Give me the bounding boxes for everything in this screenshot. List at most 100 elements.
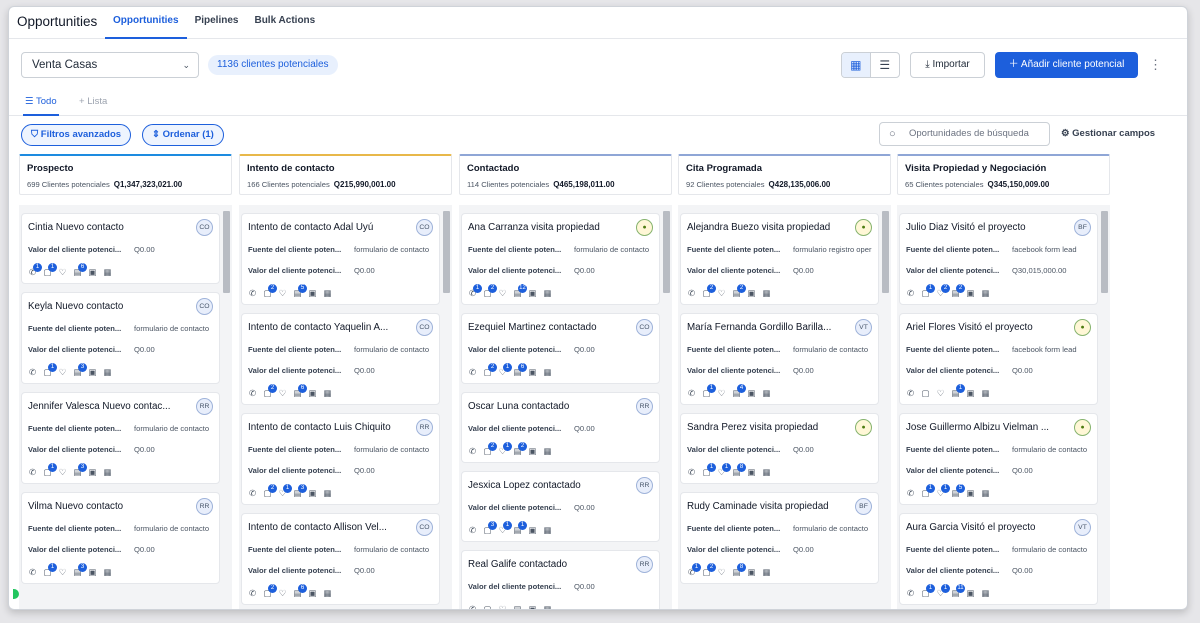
phone-icon[interactable]: ✆ [687, 468, 696, 477]
phone-icon[interactable]: ✆ [687, 389, 696, 398]
appointment-icon[interactable]: ▣ [747, 468, 756, 477]
scrollbar-thumb[interactable] [663, 211, 670, 293]
tag-icon[interactable]: ♡ [278, 389, 287, 398]
phone-icon[interactable]: ✆ 1 [687, 563, 701, 577]
tag-icon[interactable]: ♡ [278, 289, 287, 298]
column-scrollbar[interactable] [223, 207, 230, 607]
note-icon[interactable]: ▤ 1 [513, 521, 527, 535]
opportunity-card[interactable]: Intento de contacto Luis Chiquito RR Fuent… [241, 413, 440, 505]
opportunity-card[interactable]: Jose Guillermo Albizu Vielman ... ● Fuente… [899, 413, 1098, 505]
calendar-icon[interactable]: ▦ [103, 368, 112, 377]
opportunity-card[interactable]: Jennifer Valesca Nuevo contac... RR Fuente… [21, 392, 220, 484]
note-icon[interactable]: ▤ 8 [732, 563, 746, 577]
phone-icon[interactable]: ✆ [906, 589, 915, 598]
appointment-icon[interactable]: ▣ [308, 589, 317, 598]
calendar-icon[interactable]: ▦ [323, 289, 332, 298]
note-icon[interactable]: ▤ 6 [293, 384, 307, 398]
note-icon[interactable]: ▤ 5 [951, 484, 965, 498]
opportunity-card[interactable]: Alejandra Buezo visita propiedad ● Fuente … [680, 213, 879, 305]
card-title[interactable]: Jose Guillermo Albizu Vielman ... [906, 422, 1049, 433]
note-icon[interactable]: ▤ 4 [732, 384, 746, 398]
opportunity-card[interactable]: Sandra Perez visita propiedad ● Valor del … [680, 413, 879, 484]
manage-fields-button[interactable]: ⚙ Gestionar campos [1061, 122, 1155, 146]
appointment-icon[interactable]: ▣ [88, 368, 97, 377]
scrollbar-thumb[interactable] [1101, 211, 1108, 293]
task-icon[interactable]: ▢ 2 [263, 284, 277, 298]
tag-icon[interactable]: ♡ 2 [936, 284, 950, 298]
opportunity-card[interactable]: Intento de contacto Yaquelin A... CO Fuent… [241, 313, 440, 405]
calendar-icon[interactable]: ▦ [543, 368, 552, 377]
column-scrollbar[interactable] [1101, 207, 1108, 607]
note-icon[interactable]: ▤ 12 [513, 284, 527, 298]
card-title[interactable]: Rudy Caminade visita propiedad [687, 501, 829, 512]
note-icon[interactable]: ▤ 1 [951, 384, 965, 398]
phone-icon[interactable]: ✆ [28, 568, 37, 577]
phone-icon[interactable]: ✆ [468, 368, 477, 377]
tab-bulk-actions[interactable]: Bulk Actions [246, 7, 323, 39]
note-icon[interactable]: ▤ 6 [293, 584, 307, 598]
card-title[interactable]: Vilma Nuevo contacto [28, 501, 123, 512]
phone-icon[interactable]: ✆ [468, 447, 477, 456]
appointment-icon[interactable]: ▣ [966, 289, 975, 298]
column-scrollbar[interactable] [663, 207, 670, 607]
opportunity-card[interactable]: Intento de contacto Allison Vel... CO Fuen… [241, 513, 440, 605]
calendar-icon[interactable]: ▦ [762, 389, 771, 398]
note-icon[interactable]: ▤ [513, 605, 522, 610]
note-icon[interactable]: ▤ 6 [513, 363, 527, 377]
note-icon[interactable]: ▤ 3 [73, 463, 87, 477]
calendar-icon[interactable]: ▦ [323, 389, 332, 398]
appointment-icon[interactable]: ▣ [308, 289, 317, 298]
tag-icon[interactable]: ♡ [58, 568, 67, 577]
calendar-icon[interactable]: ▦ [103, 468, 112, 477]
calendar-icon[interactable]: ▦ [981, 389, 990, 398]
appointment-icon[interactable]: ▣ [528, 526, 537, 535]
appointment-icon[interactable]: ▣ [747, 389, 756, 398]
card-title[interactable]: Real Galife contactado [468, 559, 567, 570]
phone-icon[interactable]: ✆ [468, 605, 477, 610]
note-icon[interactable]: ▤ 8 [732, 463, 746, 477]
calendar-icon[interactable]: ▦ [543, 289, 552, 298]
calendar-icon[interactable]: ▦ [543, 447, 552, 456]
opportunity-card[interactable]: María Fernanda Gordillo Barilla... VT Fuen… [680, 313, 879, 405]
note-icon[interactable]: ▤ 5 [293, 284, 307, 298]
card-title[interactable]: Ana Carranza visita propiedad [468, 222, 600, 233]
tag-icon[interactable]: ♡ 1 [498, 442, 512, 456]
tab-pipelines[interactable]: Pipelines [187, 7, 247, 39]
opportunity-card[interactable]: Jesxica Lopez contactado RR Valor del clie… [461, 471, 660, 542]
task-icon[interactable]: ▢ 2 [702, 563, 716, 577]
card-title[interactable]: Jesxica Lopez contactado [468, 480, 581, 491]
opportunity-card[interactable]: Ariel Flores Visitó el proyecto ● Fuente d… [899, 313, 1098, 405]
appointment-icon[interactable]: ▣ [308, 389, 317, 398]
note-icon[interactable]: ▤ 3 [73, 363, 87, 377]
opportunity-card[interactable]: Oscar Luna contactado RR Valor del cliente… [461, 392, 660, 463]
appointment-icon[interactable]: ▣ [88, 568, 97, 577]
phone-icon[interactable]: ✆ [28, 468, 37, 477]
card-title[interactable]: Intento de contacto Yaquelin A... [248, 322, 388, 333]
tag-icon[interactable]: ♡ 1 [278, 484, 292, 498]
task-icon[interactable]: ▢ 1 [43, 563, 57, 577]
task-icon[interactable]: ▢ [483, 605, 492, 610]
card-title[interactable]: Alejandra Buezo visita propiedad [687, 222, 830, 233]
tag-icon[interactable]: ♡ 1 [498, 363, 512, 377]
tag-icon[interactable]: ♡ [58, 468, 67, 477]
opportunity-card[interactable]: Cintia Nuevo contacto CO Valor del cliente… [21, 213, 220, 284]
phone-icon[interactable]: ✆ 1 [28, 263, 42, 277]
pipeline-select[interactable]: Venta Casas ⌄ [21, 52, 199, 78]
tab-opportunities[interactable]: Opportunities [105, 7, 187, 39]
opportunity-card[interactable]: Rudy Caminade visita propiedad BF Fuente d… [680, 492, 879, 584]
note-icon[interactable]: ▤ 11 [951, 584, 965, 598]
card-title[interactable]: Cintia Nuevo contacto [28, 222, 124, 233]
opportunity-card[interactable]: Keyla Nuevo contacto CO Fuente del cliente… [21, 292, 220, 384]
opportunity-card[interactable]: Ezequiel Martinez contactado CO Valor del … [461, 313, 660, 384]
appointment-icon[interactable]: ▣ [88, 268, 97, 277]
calendar-icon[interactable]: ▦ [323, 589, 332, 598]
task-icon[interactable]: ▢ 1 [43, 363, 57, 377]
card-title[interactable]: Sandra Perez visita propiedad [687, 422, 818, 433]
phone-icon[interactable]: ✆ [468, 526, 477, 535]
list-view-icon[interactable]: ☰ [871, 53, 899, 77]
calendar-icon[interactable]: ▦ [762, 568, 771, 577]
advanced-filters-button[interactable]: ⛉ Filtros avanzados [21, 124, 132, 146]
card-title[interactable]: Intento de contacto Adal Uyú [248, 222, 373, 233]
opportunity-card[interactable]: Julio Diaz Visitó el proyecto BF Fuente de… [899, 213, 1098, 305]
task-icon[interactable]: ▢ 3 [483, 521, 497, 535]
